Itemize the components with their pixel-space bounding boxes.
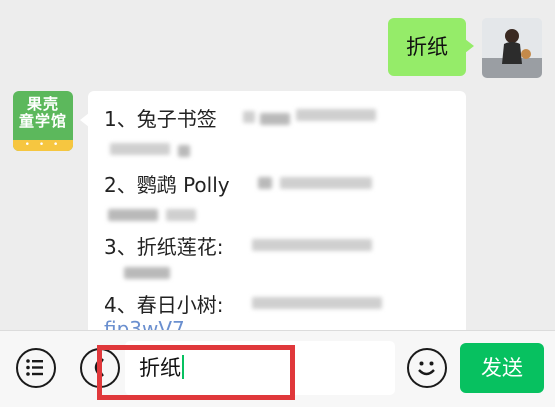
list-item-1: 1、兔子书签 (104, 107, 217, 131)
send-button[interactable]: 发送 (460, 343, 544, 393)
input-bar: 折纸 发送 (0, 330, 555, 407)
list-icon-glyph (26, 359, 43, 376)
list-item-4: 4、春日小树: (104, 293, 224, 317)
blurred-text (258, 177, 272, 189)
blurred-text (178, 145, 190, 157)
blurred-text (252, 297, 382, 309)
list-item-3: 3、折纸莲花: (104, 235, 224, 259)
bot-avatar[interactable]: 果壳 童学馆 • • • (13, 91, 73, 151)
chat-area: 折纸 果壳 童学馆 • • • 1、兔子书签 2、鹦鹉 Polly 3、折纸莲花… (0, 0, 555, 330)
blurred-text (108, 209, 158, 221)
blurred-text (252, 239, 372, 251)
list-item-link[interactable]: fip3wV7 (104, 317, 185, 330)
bot-logo: 果壳 童学馆 (18, 95, 67, 130)
blurred-text (260, 113, 290, 125)
list-icon[interactable] (16, 348, 56, 388)
outgoing-message-bubble[interactable]: 折纸 (388, 18, 474, 76)
user-photo-icon (482, 18, 542, 78)
blurred-text (296, 109, 376, 121)
user-avatar[interactable] (482, 18, 542, 78)
incoming-message-bubble[interactable]: 1、兔子书签 2、鹦鹉 Polly 3、折纸莲花: 4、春日小树: fip3wV… (88, 91, 466, 330)
blurred-text (166, 209, 196, 221)
blurred-text (243, 111, 255, 123)
blurred-text (110, 143, 170, 155)
highlight-box (97, 345, 295, 400)
bot-logo-band: • • • (13, 140, 73, 151)
emoji-icon[interactable] (407, 348, 447, 388)
blurred-text (124, 267, 170, 279)
emoji-icon-glyph (418, 361, 435, 376)
list-item-2: 2、鹦鹉 Polly (104, 173, 230, 197)
blurred-text (280, 177, 372, 189)
